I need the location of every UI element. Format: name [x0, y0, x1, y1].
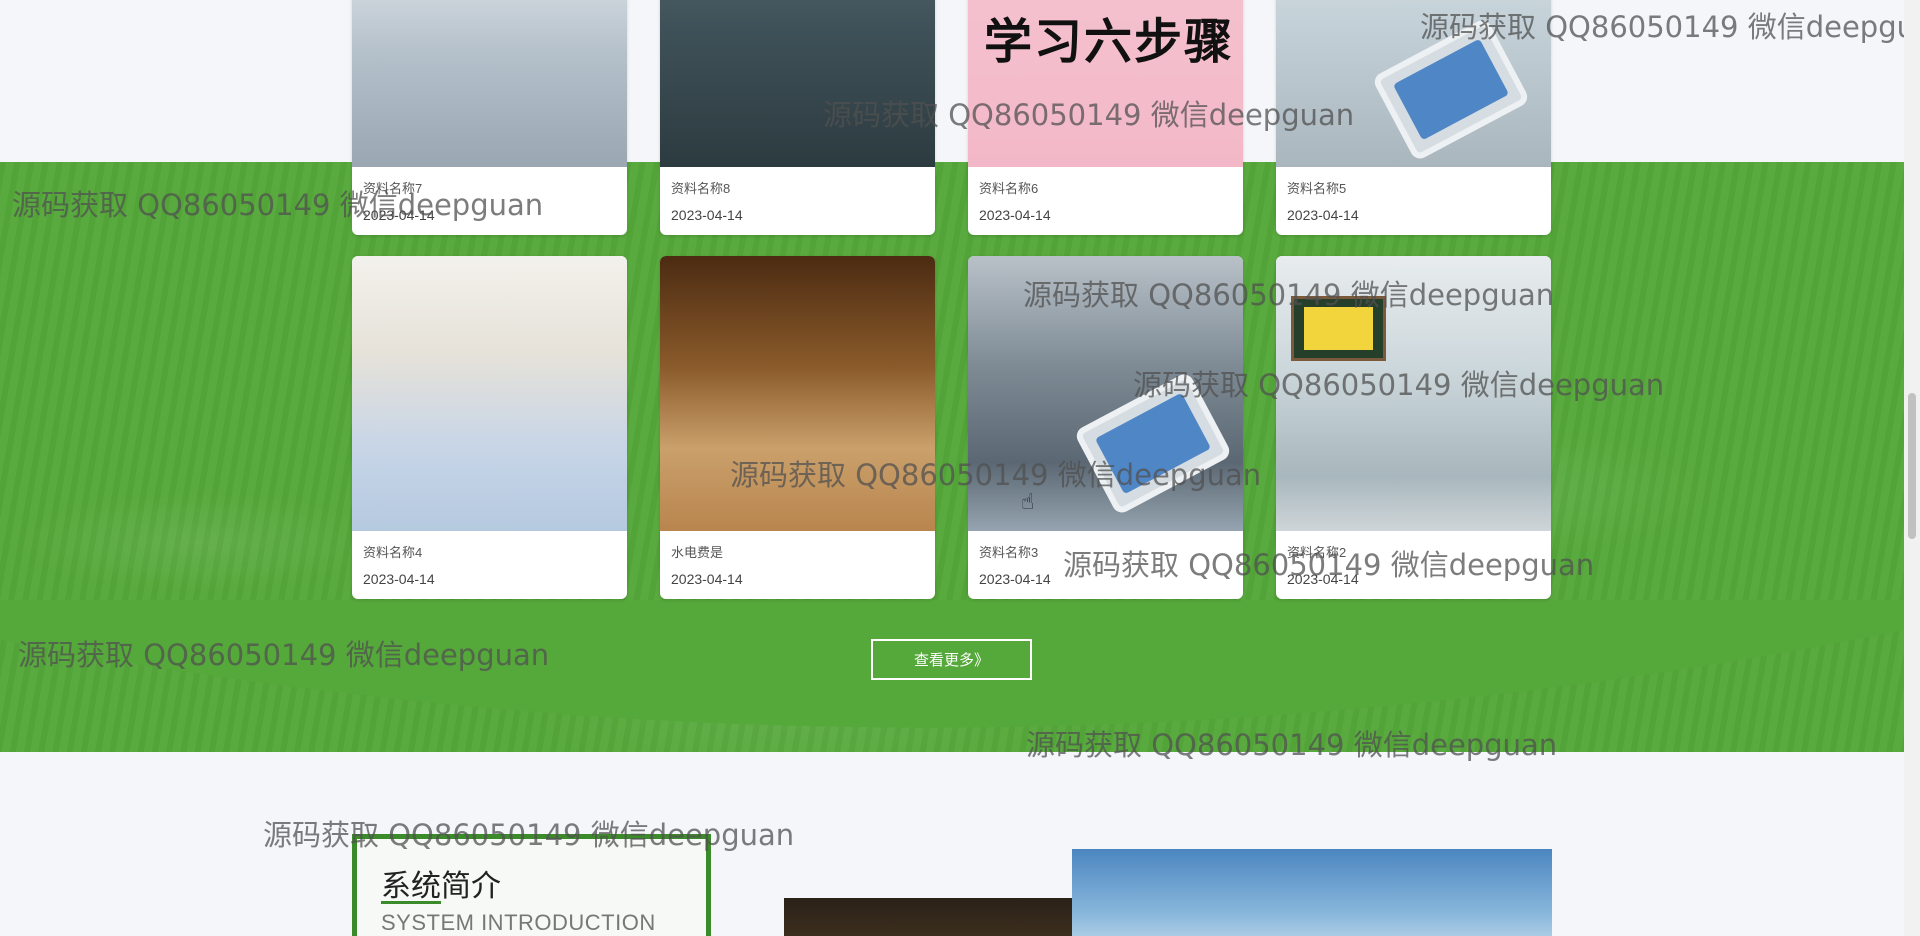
card-date: 2023-04-14 — [671, 207, 743, 223]
card-title: 资料名称6 — [979, 181, 1039, 196]
card-title: 水电费是 — [671, 545, 724, 560]
card-date: 2023-04-14 — [363, 207, 435, 223]
green-section-curve — [0, 600, 1904, 728]
card-date: 2023-04-14 — [979, 207, 1051, 223]
card-image[interactable] — [660, 256, 935, 531]
card-date: 2023-04-14 — [1287, 571, 1359, 587]
card-date: 2023-04-14 — [671, 571, 743, 587]
resource-card[interactable]: 水电费是 2023-04-14 — [660, 256, 935, 599]
card-image[interactable] — [968, 256, 1243, 531]
resource-card[interactable]: 资料名称8 2023-04-14 — [660, 0, 935, 235]
card-image[interactable] — [352, 0, 627, 167]
page: 资料名称7 2023-04-14 资料名称8 2023-04-14 学习六步骤 … — [0, 0, 1904, 936]
card-image[interactable] — [660, 0, 935, 167]
card-title: 资料名称5 — [1287, 181, 1347, 196]
card-title: 资料名称3 — [979, 545, 1039, 560]
card-title: 资料名称4 — [363, 545, 423, 560]
system-intro-heading-box: 系统简介 SYSTEM INTRODUCTION — [352, 834, 711, 936]
resource-card[interactable]: 资料名称4 2023-04-14 — [352, 256, 627, 599]
resource-card[interactable]: 资料名称3 2023-04-14 — [968, 256, 1243, 599]
card-image[interactable]: 学习六步骤 — [968, 0, 1243, 167]
hand-cursor-icon: ☝ — [1021, 489, 1035, 514]
scrollbar-thumb[interactable] — [1908, 393, 1916, 539]
resource-card[interactable]: 资料名称2 2023-04-14 — [1276, 256, 1551, 599]
intro-image-dark — [784, 898, 1120, 936]
card-date: 2023-04-14 — [1287, 207, 1359, 223]
page-scrollbar[interactable] — [1904, 0, 1920, 936]
card-image[interactable] — [1276, 0, 1551, 167]
card-date: 2023-04-14 — [979, 571, 1051, 587]
card-date: 2023-04-14 — [363, 571, 435, 587]
view-more-button[interactable]: 查看更多》 — [870, 638, 1033, 681]
card-image-caption: 学习六步骤 — [984, 14, 1235, 70]
card-image[interactable] — [1276, 256, 1551, 531]
intro-image-sky — [1072, 849, 1552, 936]
resource-card[interactable]: 资料名称7 2023-04-14 — [352, 0, 627, 235]
system-intro-title: 系统简介 — [381, 869, 501, 904]
card-title: 资料名称8 — [671, 181, 731, 196]
card-title: 资料名称7 — [363, 181, 423, 196]
resource-card[interactable]: 学习六步骤 资料名称6 2023-04-14 — [968, 0, 1243, 235]
card-image[interactable] — [352, 256, 627, 531]
system-intro-subtitle: SYSTEM INTRODUCTION — [381, 910, 656, 935]
card-title: 资料名称2 — [1287, 545, 1347, 560]
title-underline — [381, 901, 441, 904]
resource-card[interactable]: 资料名称5 2023-04-14 — [1276, 0, 1551, 235]
